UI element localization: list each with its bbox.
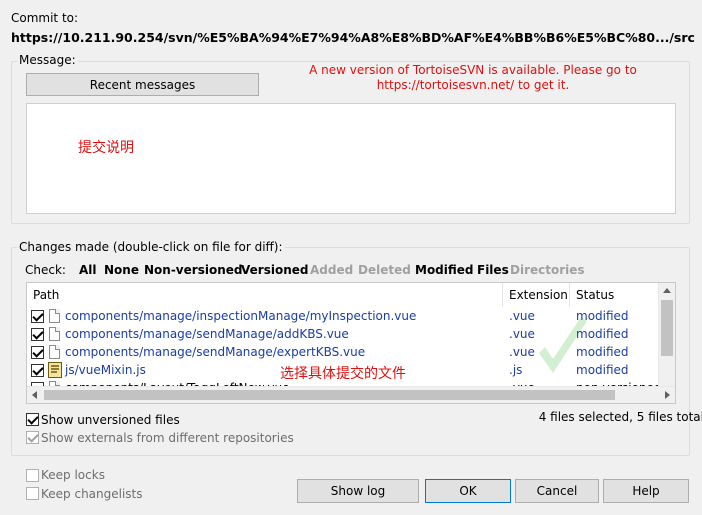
check-label: Check:	[25, 263, 66, 277]
file-row-checkbox[interactable]	[31, 328, 44, 341]
file-row-path: components/manage/sendManage/addKBS.vue	[65, 327, 349, 341]
show-externals-checkbox	[26, 431, 39, 444]
file-row-extension: .vue	[509, 345, 535, 359]
file-row-extension: .js	[509, 363, 523, 377]
check-deleted-link: Deleted	[358, 263, 411, 277]
update-notice-line1: A new version of TortoiseSVN is availabl…	[309, 63, 637, 77]
file-row-status: modified	[576, 345, 629, 359]
show-unversioned-checkbox[interactable]	[26, 413, 39, 426]
file-row[interactable]: components/manage/sendManage/expertKBS.v…	[27, 343, 659, 361]
column-header-path[interactable]: Path	[27, 283, 503, 307]
message-group-title: Message:	[17, 53, 78, 67]
file-row[interactable]: components/manage/inspectionManage/myIns…	[27, 307, 659, 325]
file-row-checkbox[interactable]	[31, 346, 44, 359]
changes-group-title: Changes made (double-click on file for d…	[17, 240, 285, 254]
commit-url: https://10.211.90.254/svn/%E5%BA%94%E7%9…	[11, 30, 695, 45]
keep-locks-checkbox[interactable]	[26, 469, 39, 482]
selection-summary: 4 files selected, 5 files total	[480, 410, 702, 424]
show-unversioned-label[interactable]: Show unversioned files	[41, 413, 180, 427]
check-none-link[interactable]: None	[104, 263, 139, 277]
check-non-versioned-link[interactable]: Non-versioned	[144, 263, 242, 277]
files-annotation: 选择具体提交的文件	[280, 363, 406, 383]
file-row-path: js/vueMixin.js	[65, 363, 146, 377]
keep-locks-label[interactable]: Keep locks	[41, 468, 105, 482]
commit-message-input[interactable]: 提交说明	[26, 103, 676, 214]
ok-button[interactable]: OK	[425, 479, 511, 503]
help-button[interactable]: Help	[603, 479, 689, 503]
keep-changelists-label[interactable]: Keep changelists	[41, 487, 143, 501]
check-directories-link: Directories	[510, 263, 585, 277]
check-modified-link[interactable]: Modified	[415, 263, 474, 277]
show-externals-label: Show externals from different repositori…	[41, 431, 294, 445]
list-vertical-scrollbar[interactable]	[658, 283, 675, 387]
show-log-button[interactable]: Show log	[297, 479, 419, 503]
file-icon	[49, 327, 60, 341]
check-all-link[interactable]: All	[79, 263, 97, 277]
list-horizontal-scrollbar[interactable]	[27, 386, 675, 403]
vertical-scroll-thumb[interactable]	[661, 300, 673, 356]
keep-changelists-checkbox[interactable]	[26, 487, 39, 500]
column-header-status[interactable]: Status	[570, 283, 659, 307]
scroll-left-arrow-icon[interactable]	[32, 391, 37, 399]
check-added-link: Added	[310, 263, 354, 277]
update-notice-link[interactable]: https://tortoisesvn.net/ to get it.	[278, 78, 668, 92]
file-row-path: components/manage/sendManage/expertKBS.v…	[65, 345, 366, 359]
file-row-status: modified	[576, 309, 629, 323]
scroll-up-arrow-icon[interactable]	[663, 288, 671, 293]
cancel-button[interactable]: Cancel	[515, 479, 599, 503]
commit-to-label: Commit to:	[11, 11, 79, 25]
recent-messages-button[interactable]: Recent messages	[26, 73, 259, 96]
scroll-right-arrow-icon[interactable]	[665, 391, 670, 399]
message-annotation: 提交说明	[78, 140, 134, 156]
file-row-status: modified	[576, 363, 629, 377]
file-icon	[49, 345, 60, 359]
file-row-path: components/manage/inspectionManage/myIns…	[65, 309, 417, 323]
horizontal-scroll-thumb[interactable]	[44, 390, 615, 400]
column-header-extension[interactable]: Extension	[503, 283, 570, 307]
changes-file-list[interactable]: Path Extension Status components/manage/…	[26, 282, 676, 404]
file-row[interactable]: components/manage/sendManage/addKBS.vue …	[27, 325, 659, 343]
js-file-icon	[48, 362, 62, 378]
check-files-link[interactable]: Files	[477, 263, 509, 277]
file-row-extension: .vue	[509, 309, 535, 323]
file-row-extension: .vue	[509, 327, 535, 341]
file-row-checkbox[interactable]	[31, 364, 44, 377]
file-row-checkbox[interactable]	[31, 310, 44, 323]
selection-summary-text: 4 files selected, 5 files total	[538, 410, 702, 424]
check-versioned-link[interactable]: Versioned	[241, 263, 308, 277]
file-row-status: modified	[576, 327, 629, 341]
file-icon	[49, 309, 60, 323]
